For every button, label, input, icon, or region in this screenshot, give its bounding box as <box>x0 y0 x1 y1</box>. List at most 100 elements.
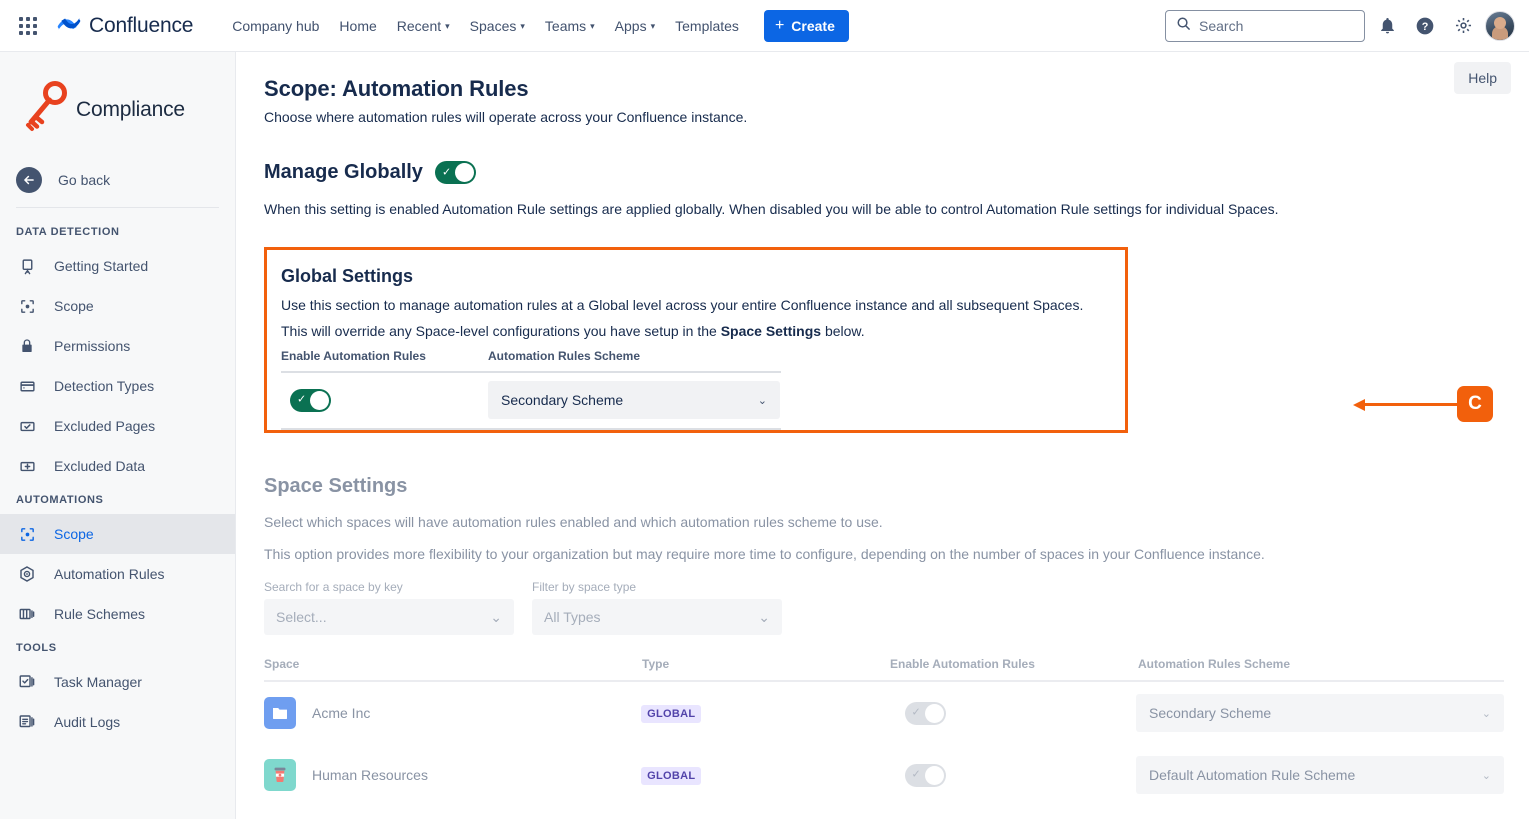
page-title: Scope: Automation Rules <box>264 76 1501 102</box>
global-scheme-dropdown[interactable]: Secondary Scheme ⌄ <box>488 381 780 419</box>
global-settings-table: Enable Automation Rules Automation Rules… <box>281 349 781 430</box>
toggle-knob <box>925 704 944 723</box>
confluence-logo-link[interactable]: Confluence <box>56 10 193 41</box>
spaces-table: Space Type Enable Automation Rules Autom… <box>264 657 1504 806</box>
nav-spaces[interactable]: Spaces ▾ <box>461 12 534 40</box>
sidebar: Compliance Go back DATA DETECTION Gettin… <box>0 52 236 819</box>
sidebar-divider <box>16 207 219 208</box>
arrow-left-icon <box>16 167 42 193</box>
nav-templates[interactable]: Templates <box>666 12 748 40</box>
easel-icon <box>16 255 38 277</box>
sidebar-section-automations: AUTOMATIONS <box>0 486 235 514</box>
sidebar-item-excluded-pages[interactable]: Excluded Pages <box>0 406 235 446</box>
nav-home[interactable]: Home <box>330 12 385 40</box>
top-navigation-bar: Confluence Company hub Home Recent ▾ Spa… <box>0 0 1529 52</box>
topnav-right-cluster: Search ? <box>1165 10 1515 42</box>
sidebar-item-scope-detection[interactable]: Scope <box>0 286 235 326</box>
gear-icon[interactable] <box>1447 10 1479 42</box>
type-cell: GLOBAL <box>641 704 888 723</box>
go-back-button[interactable]: Go back <box>0 159 235 201</box>
help-circle-icon[interactable]: ? <box>1409 10 1441 42</box>
space-scheme-dropdown[interactable]: Default Automation Rule Scheme ⌄ <box>1136 756 1504 794</box>
nav-label: Spaces <box>470 18 517 34</box>
sidebar-item-getting-started[interactable]: Getting Started <box>0 246 235 286</box>
space-name: Human Resources <box>312 767 428 783</box>
notification-bell-icon[interactable] <box>1371 10 1403 42</box>
global-enable-cell: ✓ <box>281 389 488 412</box>
space-key-filter-label: Search for a space by key <box>264 580 514 594</box>
sidebar-item-label: Excluded Pages <box>54 418 155 434</box>
sidebar-item-label: Scope <box>54 298 94 314</box>
grid-apps-icon[interactable] <box>14 12 42 40</box>
sidebar-item-detection-types[interactable]: Detection Types <box>0 366 235 406</box>
manage-globally-description: When this setting is enabled Automation … <box>264 201 1501 217</box>
nav-company-hub[interactable]: Company hub <box>223 12 328 40</box>
nav-recent[interactable]: Recent ▾ <box>388 12 459 40</box>
sidebar-item-audit-logs[interactable]: Audit Logs <box>0 702 235 742</box>
sidebar-item-label: Getting Started <box>54 258 148 274</box>
space-scheme-dropdown[interactable]: Secondary Scheme ⌄ <box>1136 694 1504 732</box>
search-input[interactable]: Search <box>1165 10 1365 42</box>
main-content: Help Scope: Automation Rules Choose wher… <box>236 52 1529 819</box>
chevron-down-icon: ▾ <box>520 21 525 32</box>
gs-p2-post: below. <box>821 323 865 339</box>
space-scheme-value: Secondary Scheme <box>1149 705 1271 721</box>
chevron-down-icon: ⌄ <box>1482 707 1491 720</box>
space-type-filter-group: Filter by space type All Types ⌄ <box>532 580 782 635</box>
space-cell: Acme Inc <box>264 697 641 729</box>
annotation-badge: C <box>1457 386 1493 422</box>
compliance-logo: Compliance <box>0 58 235 159</box>
toggle-knob <box>310 391 329 410</box>
sidebar-item-label: Excluded Data <box>54 458 145 474</box>
plus-box-icon <box>16 455 38 477</box>
plus-icon: + <box>775 18 784 34</box>
sidebar-item-label: Detection Types <box>54 378 154 394</box>
column-header-type: Type <box>642 657 890 671</box>
gs-p2-bold: Space Settings <box>721 323 821 339</box>
manage-globally-toggle[interactable]: ✓ <box>435 161 476 184</box>
primary-nav-links: Company hub Home Recent ▾ Spaces ▾ Teams… <box>223 12 748 40</box>
toggle-knob <box>925 766 944 785</box>
column-header-space: Space <box>264 657 642 671</box>
page-subtitle: Choose where automation rules will opera… <box>264 109 1501 125</box>
global-scheme-value: Secondary Scheme <box>501 392 623 408</box>
gs-p2-pre: This will override any Space-level confi… <box>281 323 721 339</box>
sidebar-item-label: Task Manager <box>54 674 142 690</box>
sidebar-section-data-detection: DATA DETECTION <box>0 218 235 246</box>
space-enable-toggle[interactable]: ✓ <box>905 702 946 725</box>
sidebar-item-label: Permissions <box>54 338 130 354</box>
gear-hex-icon <box>16 563 38 585</box>
column-header-rules-scheme: Automation Rules Scheme <box>1138 657 1504 671</box>
sidebar-item-permissions[interactable]: Permissions <box>0 326 235 366</box>
space-scheme-value: Default Automation Rule Scheme <box>1149 767 1355 783</box>
global-settings-table-header: Enable Automation Rules Automation Rules… <box>281 349 781 373</box>
sidebar-item-label: Scope <box>54 526 94 542</box>
nav-teams[interactable]: Teams ▾ <box>536 12 604 40</box>
search-icon <box>1176 16 1191 36</box>
space-settings-section: Space Settings Select which spaces will … <box>264 475 1501 806</box>
space-enable-toggle[interactable]: ✓ <box>905 764 946 787</box>
sidebar-item-rule-schemes[interactable]: Rule Schemes <box>0 594 235 634</box>
sidebar-item-scope-automations[interactable]: Scope <box>0 514 235 554</box>
key-icon <box>24 80 70 139</box>
global-enable-automation-toggle[interactable]: ✓ <box>290 389 331 412</box>
space-type-select[interactable]: All Types ⌄ <box>532 599 782 635</box>
space-key-select[interactable]: Select... ⌄ <box>264 599 514 635</box>
sidebar-item-excluded-data[interactable]: Excluded Data <box>0 446 235 486</box>
card-icon <box>16 375 38 397</box>
global-settings-paragraph-2: This will override any Space-level confi… <box>281 323 1105 339</box>
search-placeholder: Search <box>1199 18 1243 34</box>
avatar[interactable] <box>1485 11 1515 41</box>
nav-apps[interactable]: Apps ▾ <box>606 12 664 40</box>
global-settings-paragraph-1: Use this section to manage automation ru… <box>281 297 1105 313</box>
nav-label: Apps <box>615 18 647 34</box>
chevron-down-icon: ⌄ <box>758 394 767 407</box>
check-icon: ✓ <box>442 167 451 178</box>
sidebar-item-task-manager[interactable]: Task Manager <box>0 662 235 702</box>
sidebar-item-automation-rules[interactable]: Automation Rules <box>0 554 235 594</box>
status-badge: GLOBAL <box>641 767 701 785</box>
sidebar-section-tools: TOOLS <box>0 634 235 662</box>
toggle-knob <box>455 163 474 182</box>
create-button[interactable]: + Create <box>764 10 849 42</box>
annotation-arrow <box>1353 399 1457 409</box>
